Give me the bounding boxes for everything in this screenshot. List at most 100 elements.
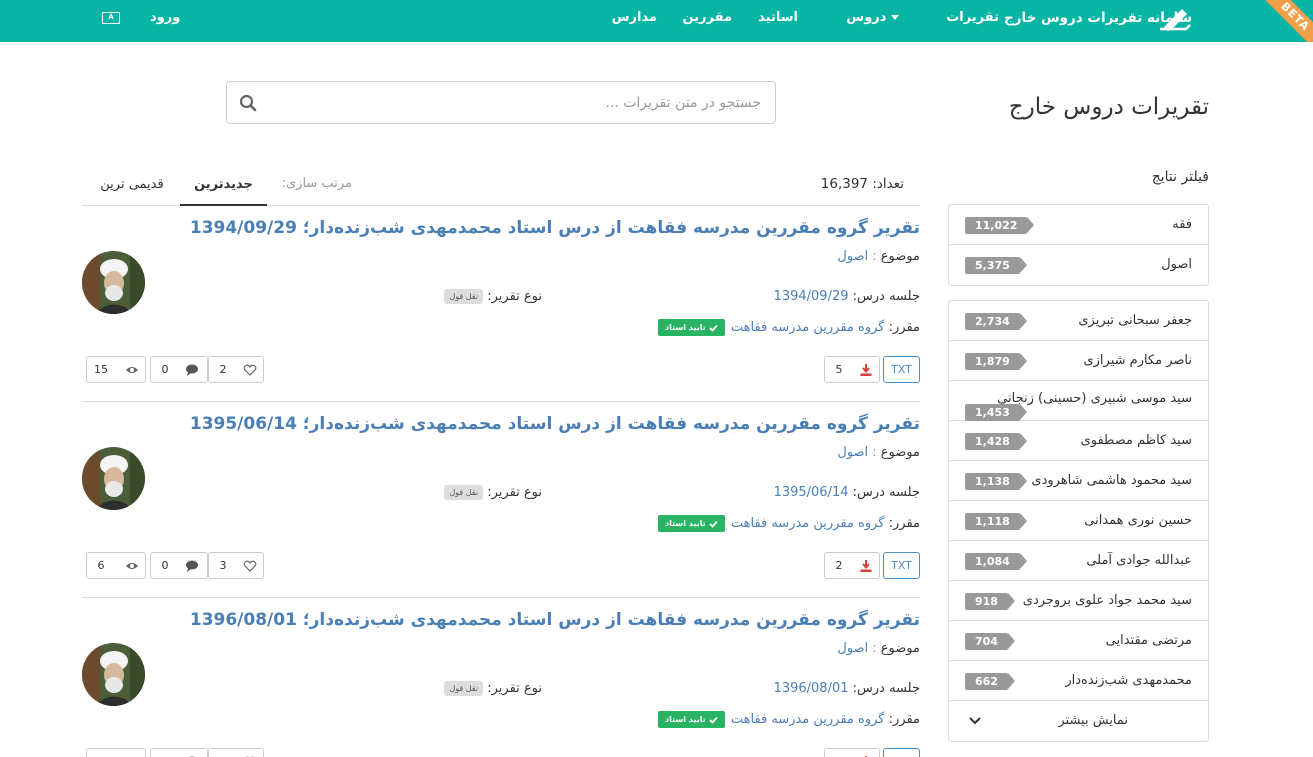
item-title[interactable]: تقریر گروه مقررین مدرسه فقاهت از درس است… (190, 414, 920, 434)
filter-item[interactable]: مرتضی مقتدایی 704 (949, 621, 1208, 661)
filter-item[interactable]: حسین نوری همدانی 1,118 (949, 501, 1208, 541)
item-type-row: نوع تقریر: نقل قول (444, 289, 542, 304)
reporter-link[interactable]: گروه مقررین مدرسه فقاهت (731, 712, 885, 727)
session-date[interactable]: 1396/08/01 (774, 681, 849, 696)
type-badge: نقل قول (444, 485, 484, 500)
approved-badge: تایید استاد (658, 711, 725, 728)
filter-item[interactable]: عبدالله جوادی آملی 1,084 (949, 541, 1208, 581)
filter-item[interactable]: سید کاظم مصطفوی 1,428 (949, 421, 1208, 461)
chevron-down-icon (969, 717, 981, 725)
likes-stat[interactable]: 2 (208, 356, 264, 383)
item-session-row: جلسه درس: 1394/09/29 (774, 289, 920, 304)
comments-stat[interactable]: 0 (150, 552, 208, 579)
item-title[interactable]: تقریر گروه مقررین مدرسه فقاهت از درس است… (190, 610, 920, 630)
session-date[interactable]: 1395/06/14 (774, 485, 849, 500)
teacher-avatar[interactable] (82, 447, 145, 510)
comments-count: 0 (161, 363, 169, 376)
nav-item-teachers[interactable]: اساتید (758, 0, 798, 36)
download-count: 5 (835, 363, 843, 376)
download-stat[interactable]: 2 (824, 552, 880, 579)
txt-button[interactable]: TXT (883, 552, 920, 579)
item-reporter-row: مقرر: گروه مقررین مدرسه فقاهت (731, 712, 920, 727)
subject-link[interactable]: اصول (837, 641, 868, 656)
subject-link[interactable]: اصول (837, 445, 868, 460)
teacher-avatar[interactable] (82, 643, 145, 706)
check-icon (709, 324, 718, 332)
brand-title[interactable]: سامانه تقریرات دروس خارج (1004, 0, 1192, 36)
nav-item-schools[interactable]: مدارس (612, 0, 657, 36)
views-stat[interactable]: 6 (86, 552, 146, 579)
filter-item[interactable]: جعفر سبحانی تبریزی 2,734 (949, 301, 1208, 341)
approved-text: تایید استاد (665, 519, 706, 528)
approved-badge: تایید استاد (658, 515, 725, 532)
item-subject-row: موضوع : اصول (837, 249, 920, 264)
item-reporter-row: مقرر: گروه مقررین مدرسه فقاهت (731, 320, 920, 335)
reporter-label: مقرر: (888, 516, 920, 531)
item-title[interactable]: تقریر گروه مقررین مدرسه فقاهت از درس است… (190, 218, 920, 238)
reporter-link[interactable]: گروه مقررین مدرسه فقاهت (731, 320, 885, 335)
filter-item-label: حسین نوری همدانی (1084, 513, 1192, 528)
tab-newest[interactable]: جدیدترین (180, 165, 267, 206)
comments-stat[interactable] (150, 748, 208, 757)
item-session-row: جلسه درس: 1395/06/14 (774, 485, 920, 500)
views-stat[interactable]: 15 (86, 356, 146, 383)
likes-stat[interactable] (208, 748, 264, 757)
filter-item-count: 1,879 (965, 353, 1027, 370)
nav-item-courses-label: دروس (846, 10, 887, 25)
filter-item-count: 918 (965, 593, 1015, 610)
filter-item-label: مرتضی مقتدایی (1105, 633, 1192, 648)
filter-item[interactable]: سید موسی شبیری (حسینی) زنجانی 1,453 (949, 381, 1208, 421)
session-date[interactable]: 1394/09/29 (774, 289, 849, 304)
item-type-row: نوع تقریر: نقل قول (444, 681, 542, 696)
filter-item[interactable]: محمدمهدی شب‌زنده‌دار 662 (949, 661, 1208, 701)
filter-item[interactable]: اصول 5,375 (949, 245, 1208, 285)
views-stat[interactable] (86, 748, 146, 757)
filter-item-count: 1,118 (965, 513, 1027, 530)
reporter-link[interactable]: گروه مقررین مدرسه فقاهت (731, 516, 885, 531)
beta-ribbon: BETA (1260, 0, 1313, 42)
filter-item-label: جعفر سبحانی تبریزی (1078, 313, 1192, 328)
nav-item-courses[interactable]: دروس (846, 0, 903, 36)
comments-stat[interactable]: 0 (150, 356, 208, 383)
likes-stat[interactable]: 3 (208, 552, 264, 579)
txt-button[interactable]: TXT (883, 748, 920, 757)
login-link[interactable]: ورود (150, 0, 180, 36)
filter-item[interactable]: فقه 11,022 (949, 205, 1208, 245)
language-icon-label: A (108, 13, 114, 21)
txt-button[interactable]: TXT (883, 356, 920, 383)
show-more-button[interactable]: نمایش بیشتر (949, 701, 1208, 741)
nav-item-reporters[interactable]: مقررین (682, 0, 732, 36)
approved-text: تایید استاد (665, 715, 706, 724)
nav-item-reports[interactable]: تقریرات (946, 0, 999, 36)
search-icon[interactable] (239, 94, 257, 112)
item-session-row: جلسه درس: 1396/08/01 (774, 681, 920, 696)
download-icon (860, 364, 872, 376)
filter-item-count: 1,428 (965, 433, 1027, 450)
comment-icon (186, 560, 198, 572)
teacher-avatar[interactable] (82, 251, 145, 314)
reporter-label: مقرر: (888, 320, 920, 335)
filter-item-label: ناصر مکارم شیرازی (1083, 353, 1192, 368)
download-stat[interactable]: 5 (824, 356, 880, 383)
eye-icon (126, 367, 138, 373)
search-box (226, 81, 776, 124)
likes-count: 3 (219, 559, 227, 572)
filter-item[interactable]: سید محمود هاشمی شاهرودی 1,138 (949, 461, 1208, 501)
filter-item[interactable]: ناصر مکارم شیرازی 1,879 (949, 341, 1208, 381)
show-more-label: نمایش بیشتر (1058, 713, 1128, 728)
language-icon[interactable]: A (102, 12, 120, 24)
tab-oldest[interactable]: قدیمی ترین (92, 165, 172, 205)
item-reporter-row: مقرر: گروه مقررین مدرسه فقاهت (731, 516, 920, 531)
filter-item-count: 1,084 (965, 553, 1027, 570)
comment-icon (186, 364, 198, 376)
teacher-avatar-image (82, 447, 145, 510)
views-count: 6 (97, 559, 105, 572)
heart-icon (243, 364, 257, 376)
filter-item[interactable]: سید محمد جواد علوی بروجردی 918 (949, 581, 1208, 621)
likes-count: 2 (219, 363, 227, 376)
sort-label: مرتب سازی: (281, 176, 352, 191)
search-input[interactable] (265, 82, 775, 123)
filter-item-label: اصول (1161, 257, 1192, 272)
subject-link[interactable]: اصول (837, 249, 868, 264)
download-stat[interactable] (824, 748, 880, 757)
